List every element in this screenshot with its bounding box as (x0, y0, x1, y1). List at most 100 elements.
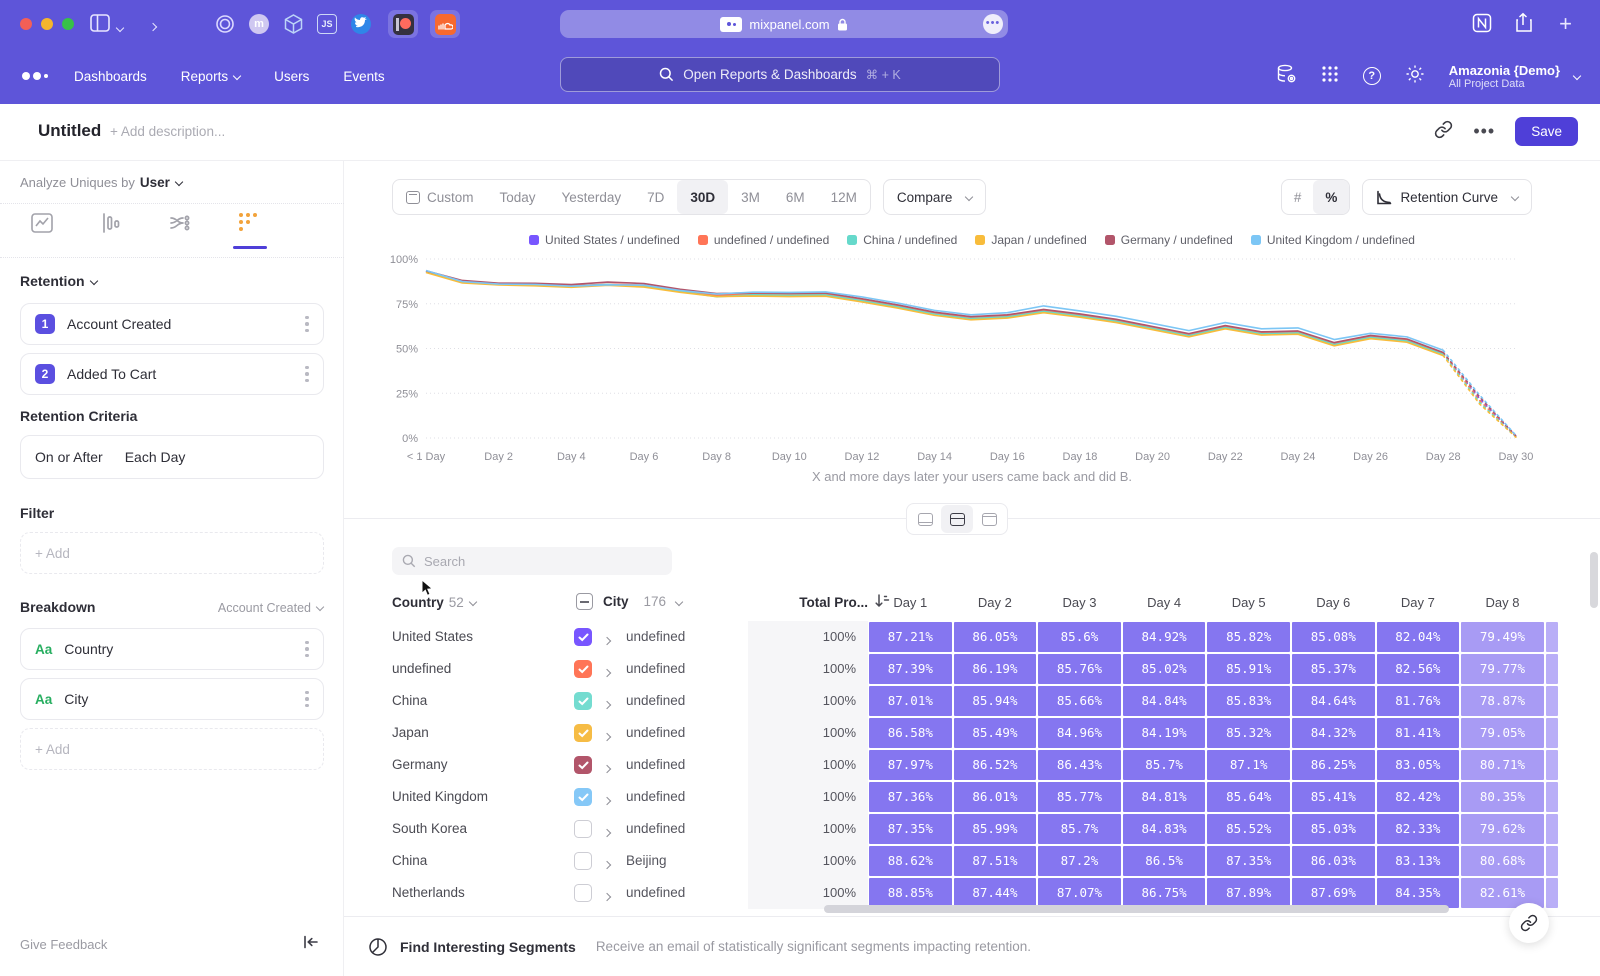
retention-cell[interactable]: 85.02% (1123, 654, 1206, 684)
retention-cell[interactable]: 80.68% (1461, 846, 1544, 876)
retention-cell[interactable]: 87.89% (1207, 878, 1290, 908)
notion-icon[interactable] (1472, 13, 1492, 38)
series-checkbox[interactable] (574, 788, 592, 806)
retention-cell[interactable]: 85.37% (1292, 654, 1375, 684)
criteria-card[interactable]: On or After Each Day (20, 435, 324, 479)
retention-cell[interactable]: 85.7% (1123, 750, 1206, 780)
select-all-checkbox[interactable] (576, 593, 593, 610)
series-checkbox[interactable] (574, 724, 592, 742)
tab-cube-icon[interactable] (278, 10, 308, 38)
settings-gear-icon[interactable] (1405, 64, 1425, 89)
range-yesterday[interactable]: Yesterday (549, 180, 635, 214)
series-checkbox[interactable] (574, 660, 592, 678)
series-checkbox[interactable] (574, 692, 592, 710)
retention-line-chart[interactable]: 100%75%50%25%0%< 1 DayDay 2Day 4Day 6Day… (384, 253, 1544, 468)
layout-table-focus-button[interactable] (973, 505, 1005, 533)
retention-cell[interactable]: 84.83% (1123, 814, 1206, 844)
retention-cell[interactable]: 87.69% (1292, 878, 1375, 908)
retention-cell[interactable]: 87.36% (869, 782, 952, 812)
expand-row-icon[interactable] (604, 825, 610, 843)
step-card-2[interactable]: 2 Added To Cart (20, 353, 324, 395)
retention-cell[interactable]: 80.35% (1461, 782, 1544, 812)
legend-item[interactable]: United Kingdom / undefined (1251, 233, 1415, 247)
compare-button[interactable]: Compare (883, 179, 987, 215)
retention-cell[interactable]: 86.01% (954, 782, 1037, 812)
apps-grid-icon[interactable] (1321, 65, 1339, 88)
horizontal-scrollbar[interactable] (824, 905, 1449, 913)
retention-cell[interactable]: 87.1% (1207, 750, 1290, 780)
share-icon[interactable] (1514, 12, 1532, 38)
retention-cell[interactable]: 85.82% (1207, 622, 1290, 652)
retention-cell[interactable]: 84.81% (1123, 782, 1206, 812)
retention-cell[interactable]: 86.05% (954, 622, 1037, 652)
expand-row-icon[interactable] (604, 633, 610, 651)
series-checkbox[interactable] (574, 884, 592, 902)
nav-item-events[interactable]: Events (343, 69, 384, 84)
chevron-down-icon[interactable] (117, 20, 123, 38)
retention-cell[interactable]: 85.52% (1207, 814, 1290, 844)
analyze-uniques-control[interactable]: Analyze Uniques byUser (20, 175, 182, 190)
retention-cell[interactable]: 87.97% (869, 750, 952, 780)
retention-cell[interactable]: 86.58% (869, 718, 952, 748)
breakdown-menu-icon[interactable] (305, 641, 309, 658)
retention-cell[interactable]: 86.25% (1292, 750, 1375, 780)
range-30d[interactable]: 30D (677, 180, 728, 214)
retention-cell[interactable]: 84.19% (1123, 718, 1206, 748)
retention-cell[interactable]: 85.99% (954, 814, 1037, 844)
retention-cell[interactable]: 84.64% (1292, 686, 1375, 716)
report-description-placeholder[interactable]: + Add description... (110, 124, 225, 139)
column-day-3[interactable]: Day 3 (1038, 595, 1121, 610)
url-bar[interactable]: mixpanel.com ••• (560, 10, 1008, 38)
retention-cell[interactable]: 82.33% (1377, 814, 1460, 844)
retention-cell[interactable]: 85.77% (1038, 782, 1121, 812)
retention-cell[interactable]: 82.04% (1377, 622, 1460, 652)
column-day-8[interactable]: Day 8 (1461, 595, 1544, 610)
retention-cell[interactable]: 85.41% (1292, 782, 1375, 812)
range-6m[interactable]: 6M (773, 180, 818, 214)
vertical-scrollbar[interactable] (1590, 552, 1598, 608)
retention-cell[interactable]: 86.75% (1123, 878, 1206, 908)
expand-row-icon[interactable] (604, 857, 610, 875)
retention-cell[interactable]: 84.32% (1292, 718, 1375, 748)
retention-cell[interactable]: 85.91% (1207, 654, 1290, 684)
retention-cell[interactable]: 85.64% (1207, 782, 1290, 812)
sidebar-toggle-icon[interactable] (90, 14, 110, 37)
chart-type-selector[interactable]: Retention Curve (1362, 179, 1532, 215)
column-day-1[interactable]: Day 1 (869, 595, 952, 610)
step-card-1[interactable]: 1 Account Created (20, 303, 324, 345)
column-day-4[interactable]: Day 4 (1123, 595, 1206, 610)
range-3m[interactable]: 3M (728, 180, 773, 214)
tab-bird-icon[interactable] (346, 10, 376, 38)
retention-cell[interactable]: 85.76% (1038, 654, 1121, 684)
tab-js-icon[interactable]: JS (312, 10, 342, 38)
retention-cell[interactable]: 85.6% (1038, 622, 1121, 652)
expand-row-icon[interactable] (604, 665, 610, 683)
step-menu-icon[interactable] (305, 316, 309, 333)
retention-cell[interactable]: 79.49% (1461, 622, 1544, 652)
retention-cell[interactable]: 84.92% (1123, 622, 1206, 652)
retention-cell[interactable]: 87.51% (954, 846, 1037, 876)
expand-row-icon[interactable] (604, 761, 610, 779)
retention-cell[interactable]: 85.83% (1207, 686, 1290, 716)
column-total[interactable]: Total Pro... (724, 595, 868, 610)
range-today[interactable]: Today (487, 180, 549, 214)
range-7d[interactable]: 7D (634, 180, 677, 214)
retention-cell[interactable]: 79.05% (1461, 718, 1544, 748)
column-day-6[interactable]: Day 6 (1292, 595, 1375, 610)
retention-cell[interactable]: 81.41% (1377, 718, 1460, 748)
zoom-window-button[interactable] (62, 18, 74, 30)
segments-title[interactable]: Find Interesting Segments (400, 939, 576, 955)
column-day-7[interactable]: Day 7 (1377, 595, 1460, 610)
legend-item[interactable]: Japan / undefined (975, 233, 1086, 247)
retention-cell[interactable]: 85.66% (1038, 686, 1121, 716)
retention-cell[interactable]: 79.77% (1461, 654, 1544, 684)
retention-cell[interactable]: 83.05% (1377, 750, 1460, 780)
legend-item[interactable]: United States / undefined (529, 233, 680, 247)
copy-link-icon[interactable] (1434, 120, 1453, 144)
retention-cell[interactable]: 84.35% (1377, 878, 1460, 908)
range-12m[interactable]: 12M (818, 180, 870, 214)
retention-cell[interactable]: 80.71% (1461, 750, 1544, 780)
nav-item-users[interactable]: Users (274, 69, 309, 84)
table-search-input[interactable]: Search (392, 547, 672, 575)
report-title[interactable]: Untitled (38, 121, 101, 141)
